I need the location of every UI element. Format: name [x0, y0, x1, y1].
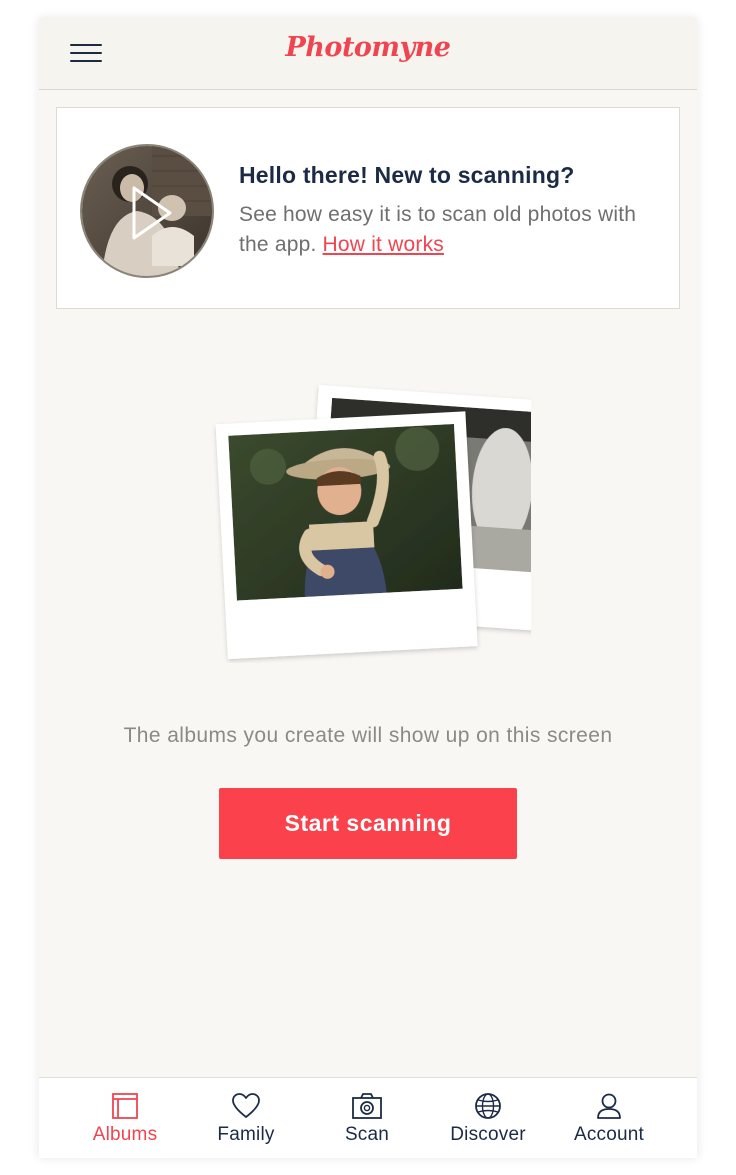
- tab-family[interactable]: Family: [186, 1078, 306, 1158]
- empty-state-message: The albums you create will show up on th…: [123, 724, 613, 747]
- tab-account[interactable]: Account: [549, 1078, 669, 1158]
- camera-icon: [352, 1093, 382, 1119]
- albums-icon: [112, 1093, 138, 1119]
- heart-icon: [232, 1093, 260, 1118]
- tab-family-label: Family: [217, 1124, 275, 1145]
- globe-icon: [475, 1093, 501, 1119]
- tab-scan[interactable]: Scan: [307, 1078, 427, 1158]
- tab-discover[interactable]: Discover: [428, 1078, 548, 1158]
- tab-scan-label: Scan: [344, 1124, 390, 1145]
- intro-title: Hello there! New to scanning?: [239, 162, 575, 188]
- tab-albums[interactable]: Albums: [65, 1078, 185, 1158]
- app-screen: Photomyne Hello there! New to scanning? …: [39, 18, 697, 1158]
- tab-account-label: Account: [573, 1124, 645, 1145]
- empty-albums-illustration: [211, 373, 564, 663]
- bottom-tab-bar: Albums Family Scan Discover Account: [39, 1077, 697, 1158]
- app-logo: Photomyne: [285, 32, 452, 63]
- start-scanning-button[interactable]: Start scanning: [219, 788, 517, 859]
- intro-card: Hello there! New to scanning? See how ea…: [56, 107, 680, 309]
- tab-discover-label: Discover: [450, 1124, 526, 1145]
- intro-description: See how easy it is to scan old photos wi…: [239, 200, 669, 260]
- tab-albums-label: Albums: [92, 1124, 158, 1145]
- how-it-works-link[interactable]: How it works: [323, 233, 444, 256]
- intro-video-thumbnail[interactable]: [80, 144, 214, 278]
- top-bar: Photomyne: [39, 18, 697, 90]
- person-icon: [597, 1093, 621, 1119]
